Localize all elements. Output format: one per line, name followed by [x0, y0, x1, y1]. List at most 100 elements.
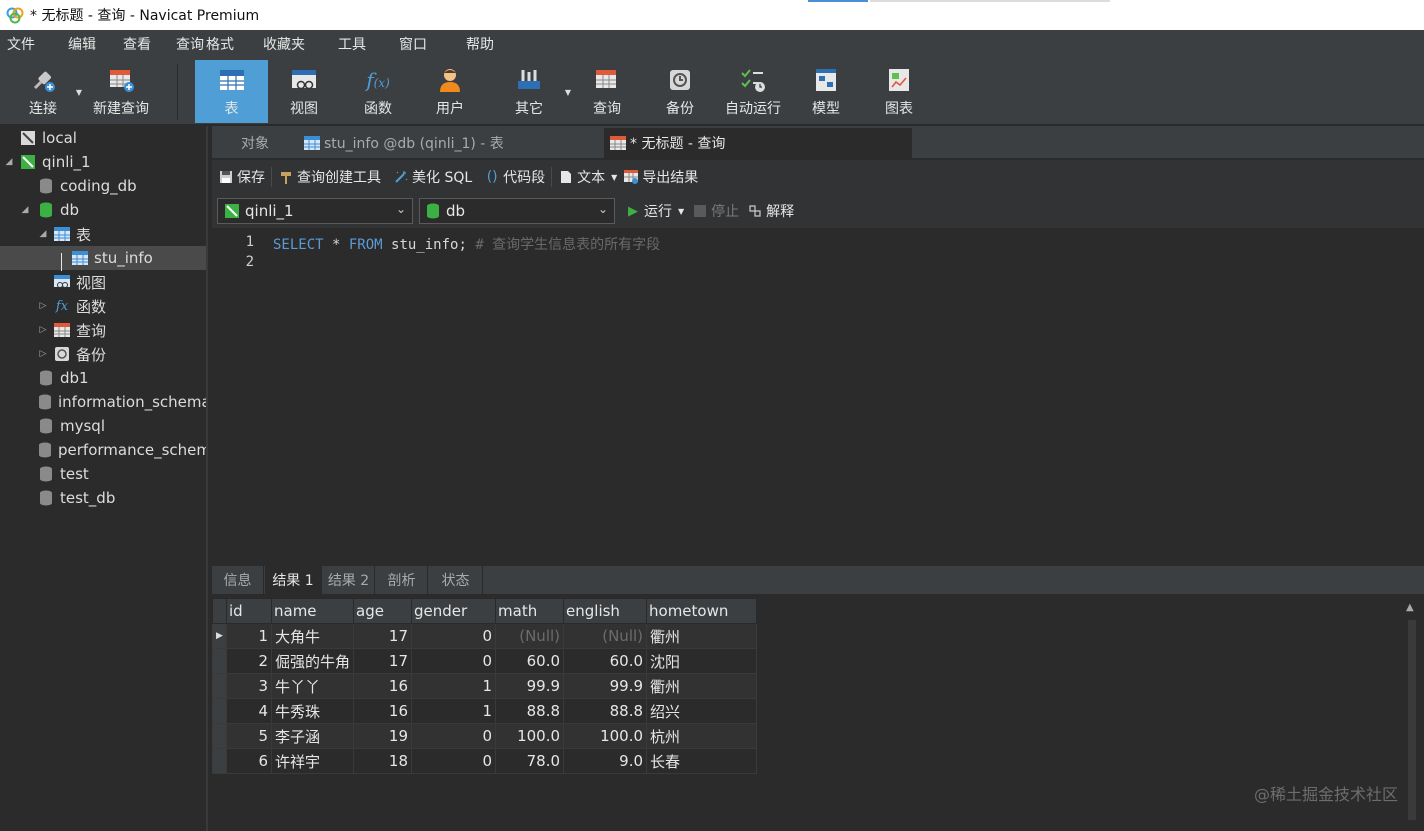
column-header-name[interactable]: name [270, 598, 355, 624]
result-table: id name age gender math english hometown… [212, 598, 758, 774]
tree-item-queries[interactable]: ▷ 查询 [0, 318, 206, 342]
query-toolbar: 保存 查询创建工具 美化 SQL () 代码段 文本 ▼ 导出结果 [212, 160, 1424, 194]
connection-tree: local ◢ qinli_1 coding_db ◢ db ◢ 表 stu_i… [0, 126, 208, 831]
column-header-id[interactable]: id [226, 598, 272, 624]
table-button[interactable]: 表 [195, 60, 268, 123]
beautify-sql-button[interactable]: 美化 SQL [393, 167, 472, 187]
model-button[interactable]: 模型 [794, 60, 858, 123]
collapsed-arrow-icon[interactable]: ▷ [38, 325, 48, 335]
table-row[interactable]: 6 许祥宇 18 0 78.0 9.0 长春 [212, 748, 758, 774]
table-icon [72, 250, 88, 266]
menu-view[interactable]: 查看 [116, 34, 163, 54]
result-grid: id name age gender math english hometown… [212, 596, 1424, 831]
expanded-arrow-icon[interactable]: ◢ [38, 229, 48, 239]
menu-window[interactable]: 窗口 [392, 34, 439, 54]
tab-stu-info[interactable]: stu_info @db (qinli_1) - 表 [300, 128, 600, 158]
tab-profile[interactable]: 剖析 [376, 566, 428, 594]
tree-item-information-schema[interactable]: information_schema [0, 390, 206, 414]
column-header-hometown[interactable]: hometown [646, 598, 758, 624]
tab-objects[interactable]: 对象 [212, 128, 298, 158]
tree-item-stu-info[interactable]: stu_info [0, 246, 206, 270]
table-row[interactable]: 4 牛秀珠 16 1 88.8 88.8 绍兴 [212, 698, 758, 724]
title-accent-2 [870, 0, 1110, 2]
backup-icon [54, 346, 70, 362]
menu-help[interactable]: 帮助 [459, 34, 506, 54]
run-button[interactable]: ▶ 运行 ▼ [625, 201, 684, 221]
tree-item-performance-schema[interactable]: performance_schem [0, 438, 206, 462]
toolbar-divider [177, 64, 178, 120]
sql-editor[interactable]: 1 2 SELECT * FROM stu_info; # 查询学生信息表的所有… [212, 230, 1424, 562]
menu-edit[interactable]: 编辑 [61, 34, 108, 54]
table-row[interactable]: 2 倔强的牛角 17 0 60.0 60.0 沈阳 [212, 648, 758, 674]
database-open-icon [38, 202, 54, 218]
code-snippet-button[interactable]: () 代码段 [484, 167, 545, 187]
stop-button[interactable]: 停止 [692, 201, 739, 221]
database-select[interactable]: db ⌄ [419, 198, 615, 224]
save-button[interactable]: 保存 [218, 167, 265, 187]
menu-query[interactable]: 查询 [169, 34, 206, 54]
expanded-arrow-icon[interactable]: ◢ [4, 157, 14, 167]
query-builder-button[interactable]: 查询创建工具 [278, 167, 381, 187]
chevron-down-icon[interactable]: ▼ [611, 173, 617, 182]
collapsed-arrow-icon[interactable]: ▷ [38, 301, 48, 311]
tree-item-db1[interactable]: db1 [0, 366, 206, 390]
column-header-math[interactable]: math [495, 598, 565, 624]
view-button[interactable]: 视图 [272, 60, 336, 123]
new-query-button[interactable]: 新建查询 [90, 60, 152, 123]
user-button[interactable]: 用户 [418, 60, 482, 123]
tab-status[interactable]: 状态 [429, 566, 483, 594]
tree-item-tables[interactable]: ◢ 表 [0, 222, 206, 246]
tab-untitled-query[interactable]: * 无标题 - 查询 [604, 128, 912, 158]
tools-icon [514, 66, 544, 94]
table-row[interactable]: ▶ 1 大角牛 17 0 (Null) (Null) 衢州 [212, 623, 758, 649]
column-header-english[interactable]: english [563, 598, 648, 624]
tree-item-coding-db[interactable]: coding_db [0, 174, 206, 198]
tree-item-local[interactable]: local [0, 126, 206, 150]
scrollbar-track[interactable] [1408, 620, 1416, 820]
database-open-icon [426, 203, 440, 219]
query-icon [592, 66, 622, 94]
menu-tools[interactable]: 工具 [331, 34, 378, 54]
backup-button[interactable]: 备份 [648, 60, 712, 123]
function-button[interactable]: f(x) 函数 [346, 60, 410, 123]
scroll-up-icon[interactable]: ▲ [1406, 602, 1414, 613]
chevron-down-icon[interactable]: ▼ [565, 88, 571, 97]
tree-item-test-db[interactable]: test_db [0, 486, 206, 510]
connection-select[interactable]: qinli_1 ⌄ [217, 198, 413, 224]
menu-format[interactable]: 格式 [206, 34, 246, 54]
explain-button[interactable]: 解释 [747, 201, 794, 221]
other-button[interactable]: 其它 ▼ [497, 60, 571, 123]
tree-item-backups[interactable]: ▷ 备份 [0, 342, 206, 366]
tree-item-qinli[interactable]: ◢ qinli_1 [0, 150, 206, 174]
tree-item-test[interactable]: test [0, 462, 206, 486]
auto-run-icon [738, 66, 768, 94]
query-button[interactable]: 查询 [575, 60, 639, 123]
table-row[interactable]: 5 李子涵 19 0 100.0 100.0 杭州 [212, 723, 758, 749]
export-results-button[interactable]: 导出结果 [623, 167, 698, 187]
document-icon [558, 169, 574, 185]
auto-run-button[interactable]: 自动运行 [720, 60, 786, 123]
chevron-down-icon[interactable]: ▼ [678, 207, 684, 216]
tree-item-functions[interactable]: ▷ fx 函数 [0, 294, 206, 318]
menu-favorites[interactable]: 收藏夹 [256, 34, 317, 54]
chart-button[interactable]: 图表 [867, 60, 931, 123]
tab-result-2[interactable]: 结果 2 [323, 566, 375, 594]
title-bar: * 无标题 - 查询 - Navicat Premium [0, 0, 1424, 30]
connect-button[interactable]: 连接 ▼ [14, 60, 82, 123]
table-row[interactable]: 3 牛丫丫 16 1 99.9 99.9 衢州 [212, 673, 758, 699]
column-header-age[interactable]: age [353, 598, 413, 624]
vertical-scrollbar[interactable]: ▲ [1400, 598, 1424, 831]
collapsed-arrow-icon[interactable]: ▷ [38, 349, 48, 359]
database-icon [38, 490, 54, 506]
text-button[interactable]: 文本 ▼ [558, 167, 617, 187]
tree-item-views[interactable]: 视图 [0, 270, 206, 294]
tab-result-1[interactable]: 结果 1 [265, 566, 322, 594]
tree-item-db[interactable]: ◢ db [0, 198, 206, 222]
navicat-logo-icon [6, 7, 24, 24]
tree-item-mysql[interactable]: mysql [0, 414, 206, 438]
menu-file[interactable]: 文件 [0, 34, 47, 54]
chevron-down-icon[interactable]: ▼ [76, 88, 82, 97]
tab-info[interactable]: 信息 [212, 566, 264, 594]
column-header-gender[interactable]: gender [411, 598, 497, 624]
expanded-arrow-icon[interactable]: ◢ [20, 205, 30, 215]
